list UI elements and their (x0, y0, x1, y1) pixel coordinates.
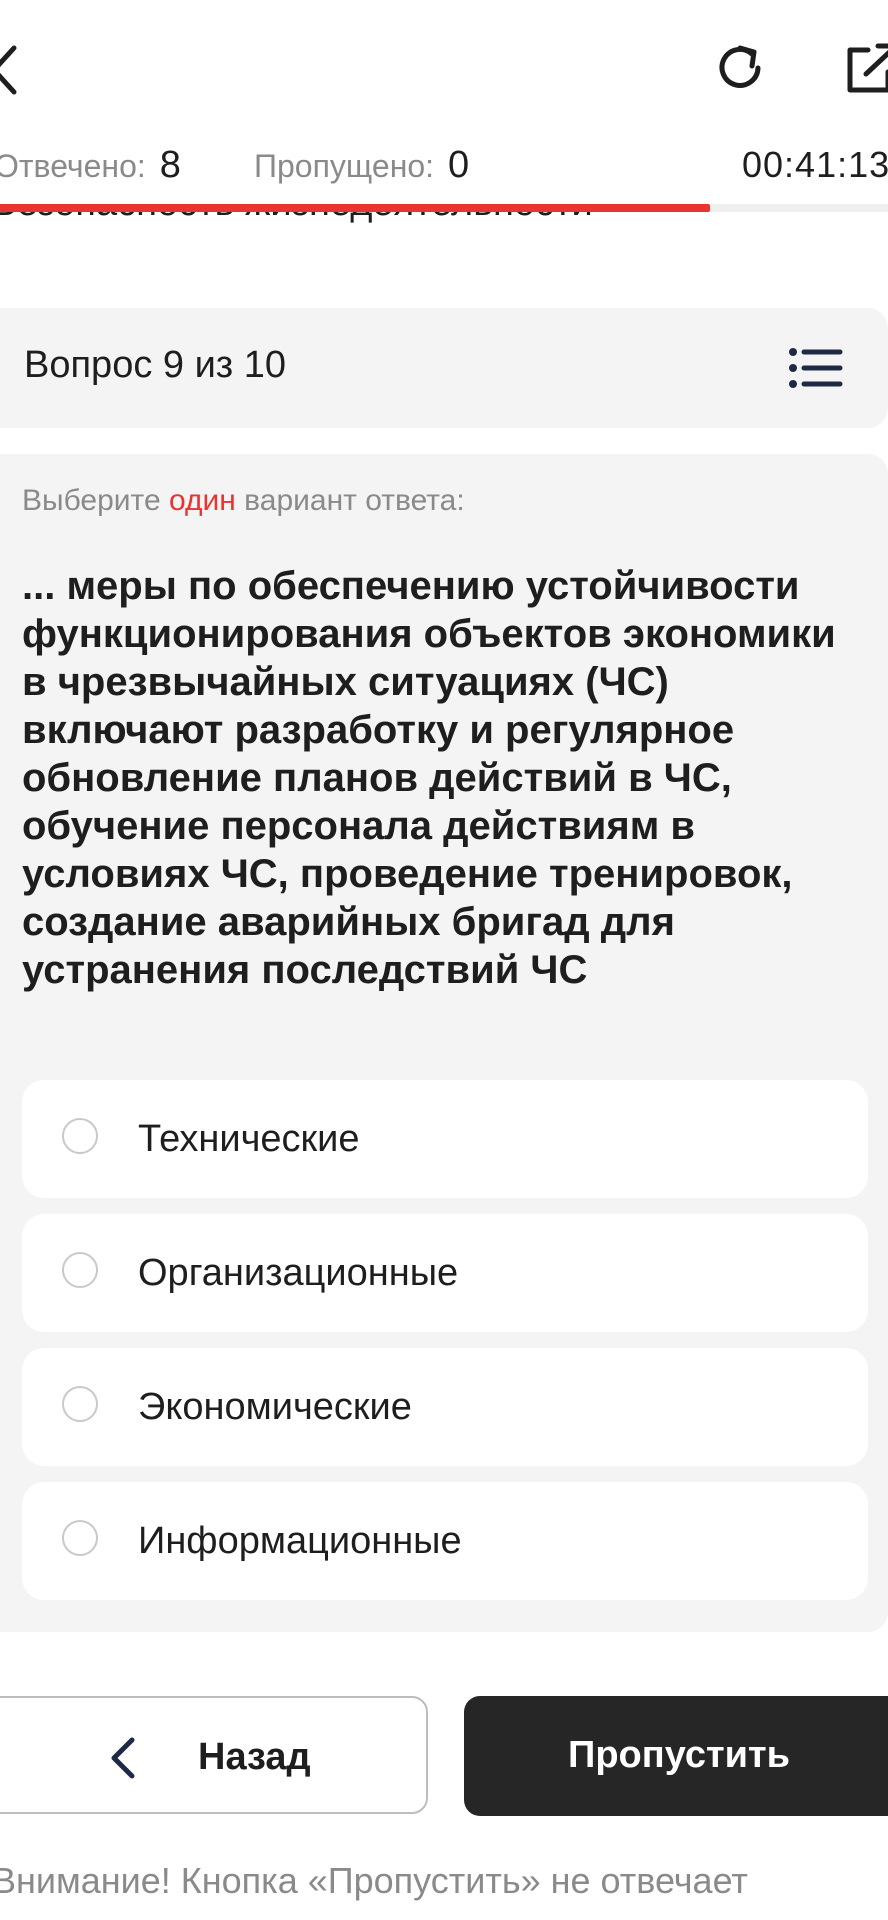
instruction-before: Выберите (22, 484, 169, 517)
list-icon[interactable] (788, 346, 844, 390)
instruction-accent: один (168, 484, 236, 517)
skipped-label: Пропущено: (254, 147, 435, 184)
progress-bar (0, 204, 888, 212)
external-link-icon[interactable] (842, 40, 888, 96)
timer: 00:41:13 (742, 144, 888, 185)
skip-warning: Внимание! Кнопка «Пропустить» не отвечае… (0, 1860, 748, 1901)
answer-option[interactable]: Организационные (22, 1214, 868, 1332)
back-button-label: Назад (198, 1736, 311, 1778)
subject-title: Безопасность жизнедеятельности (0, 212, 593, 225)
radio-button[interactable] (62, 1520, 98, 1556)
answered-stat: Отвечено: 8 (0, 144, 181, 187)
back-arrow-icon[interactable] (0, 40, 20, 100)
answer-option[interactable]: Технические (22, 1080, 868, 1198)
answer-option-label: Организационные (138, 1252, 459, 1294)
subject-title-wrap: Безопасность жизнедеятельности (0, 212, 888, 246)
skipped-value: 0 (448, 143, 470, 186)
answered-label: Отвечено: (0, 147, 146, 184)
question-header: Вопрос 9 из 10 (0, 308, 888, 428)
progress-bar-fill (0, 204, 711, 212)
radio-button[interactable] (62, 1252, 98, 1288)
question-counter: Вопрос 9 из 10 (24, 344, 287, 386)
answer-option-label: Информационные (138, 1520, 462, 1562)
answer-option[interactable]: Информационные (22, 1482, 868, 1600)
radio-button[interactable] (62, 1386, 98, 1422)
question-text: ... меры по обеспечению устойчивости фун… (22, 564, 836, 992)
skip-button[interactable]: Пропустить (464, 1696, 888, 1816)
chevron-left-icon (108, 1736, 138, 1780)
answer-option-label: Технические (138, 1118, 360, 1160)
quiz-page: Отвечено: 8 Пропущено: 0 00:41:13 Безопасн… (0, 0, 888, 1920)
answer-option-label: Экономические (138, 1386, 412, 1428)
instruction-after: вариант ответа: (235, 484, 465, 517)
stats-row: Отвечено: 8 Пропущено: 0 00:41:13 (0, 140, 888, 190)
radio-button[interactable] (62, 1118, 98, 1154)
answer-option[interactable]: Экономические (22, 1348, 868, 1466)
answered-value: 8 (159, 143, 181, 186)
answer-instruction: Выберите один вариант ответа: (22, 484, 465, 518)
question-card: Выберите один вариант ответа: ... меры п… (0, 454, 888, 1632)
skipped-stat: Пропущено: 0 (254, 144, 469, 187)
skip-button-label: Пропустить (568, 1734, 790, 1776)
back-button[interactable]: Назад (0, 1696, 428, 1814)
refresh-icon[interactable] (712, 40, 768, 96)
